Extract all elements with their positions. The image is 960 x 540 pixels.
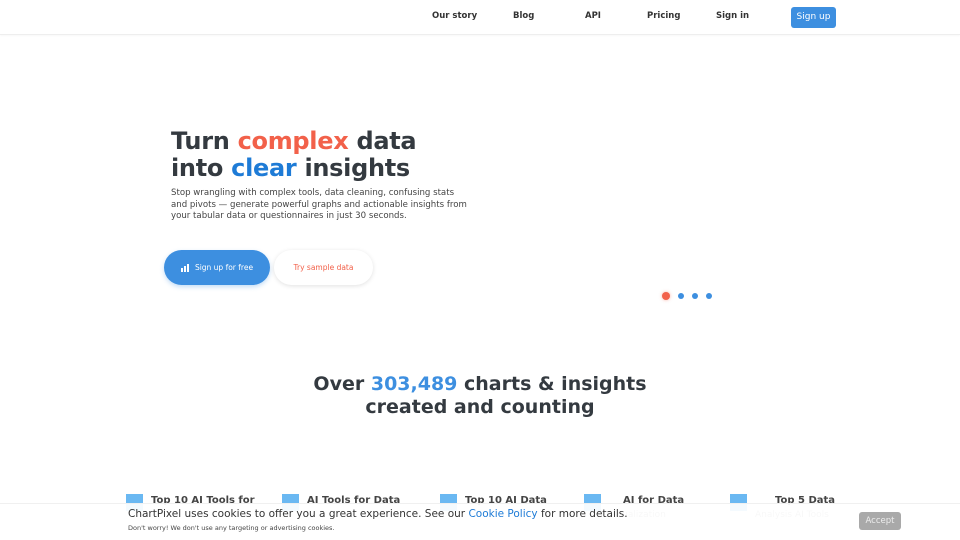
carousel-pagination bbox=[662, 292, 712, 300]
bar-chart-icon bbox=[180, 263, 189, 272]
counter-number: 303,489 bbox=[370, 373, 458, 395]
hero-title-highlight-clear: clear bbox=[231, 154, 297, 182]
counter-suffix: charts & insights bbox=[457, 373, 647, 395]
accept-cookies-button[interactable]: Accept bbox=[859, 512, 901, 530]
nav-blog[interactable]: Blog bbox=[513, 11, 534, 21]
hero-title-highlight-complex: complex bbox=[237, 127, 349, 155]
hero-subtitle: Stop wrangling with complex tools, data … bbox=[171, 188, 467, 221]
try-sample-data-button[interactable]: Try sample data bbox=[274, 250, 373, 285]
carousel-dot-1[interactable] bbox=[662, 292, 670, 300]
cookie-message: ChartPixel uses cookies to offer you a g… bbox=[128, 508, 628, 520]
hero-title-text: Turn bbox=[171, 127, 238, 155]
carousel-dot-4[interactable] bbox=[706, 293, 712, 299]
cookie-banner: ChartPixel uses cookies to offer you a g… bbox=[0, 503, 960, 540]
counter-prefix: Over bbox=[313, 373, 371, 395]
cookie-text: ChartPixel uses cookies to offer you a g… bbox=[128, 508, 469, 520]
sign-up-free-button[interactable]: Sign up for free bbox=[164, 250, 270, 285]
nav-sign-up-button[interactable]: Sign up bbox=[791, 7, 836, 28]
counter-line2: created and counting bbox=[365, 396, 595, 418]
carousel-dot-2[interactable] bbox=[678, 293, 684, 299]
carousel-dot-3[interactable] bbox=[692, 293, 698, 299]
nav-pricing[interactable]: Pricing bbox=[647, 11, 680, 21]
charts-counter-heading: Over 303,489 charts & insights created a… bbox=[0, 373, 960, 419]
hero-title-text: into bbox=[171, 154, 232, 182]
try-sample-data-label: Try sample data bbox=[293, 263, 354, 272]
hero-title-text: insights bbox=[296, 154, 410, 182]
cookie-note: Don't worry! We don't use any targeting … bbox=[128, 524, 335, 532]
top-nav: Our story Blog API Pricing Sign in Sign … bbox=[0, 0, 960, 35]
nav-api[interactable]: API bbox=[585, 11, 601, 21]
nav-our-story[interactable]: Our story bbox=[432, 11, 477, 21]
hero-title-text: data bbox=[348, 127, 417, 155]
nav-sign-in[interactable]: Sign in bbox=[716, 11, 749, 21]
cookie-text: for more details. bbox=[537, 508, 628, 520]
cookie-policy-link[interactable]: Cookie Policy bbox=[468, 508, 537, 520]
sign-up-free-label: Sign up for free bbox=[194, 263, 254, 272]
hero-title: Turn complex data into clear insights bbox=[171, 127, 417, 182]
